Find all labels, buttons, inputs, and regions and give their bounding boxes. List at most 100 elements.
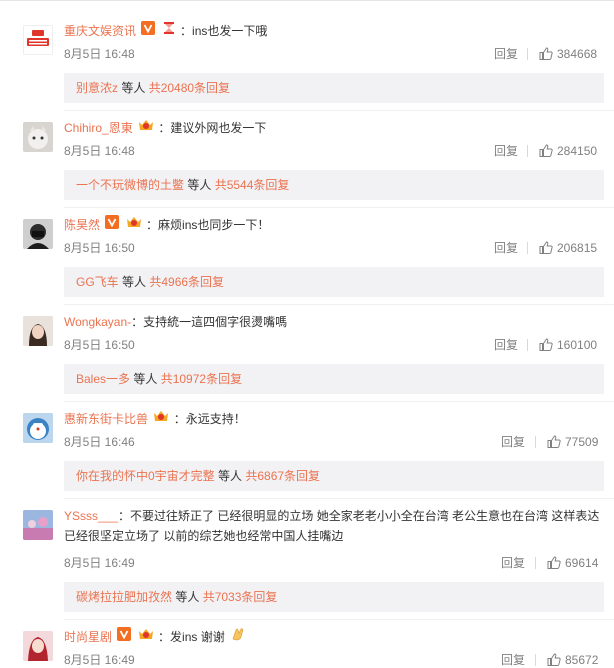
comment-date: 8月5日 16:48	[64, 144, 135, 158]
divider	[527, 339, 528, 351]
reply-summary-text: 等人	[172, 590, 203, 604]
comment-date: 8月5日 16:49	[64, 556, 135, 570]
like-count: 160100	[557, 338, 598, 352]
clapping-hands-emoji	[230, 627, 246, 646]
divider	[64, 619, 614, 620]
divider	[527, 145, 528, 157]
top-divider	[0, 0, 614, 1]
reply-count-link[interactable]: 共10972条回复	[161, 372, 242, 386]
avatar[interactable]	[23, 413, 53, 443]
divider	[64, 304, 614, 305]
thumbs-up-icon	[539, 47, 553, 60]
divider	[64, 207, 614, 208]
reply-user[interactable]: 碳烤拉拉肥加孜然	[76, 590, 172, 604]
comment-author[interactable]: 惠新东街卡比兽	[64, 412, 148, 426]
reply-count-link[interactable]: 共6867条回复	[245, 469, 320, 483]
divider	[527, 48, 528, 60]
divider	[535, 557, 536, 569]
like-button[interactable]: 284150	[539, 143, 597, 159]
reply-button[interactable]: 回复	[494, 337, 518, 353]
fan-crown-icon	[126, 215, 142, 234]
comment-text: ：不要过往矫正了 已经很明显的立场 她全家老老小小全在台湾 老公生意也在台湾 这…	[64, 509, 600, 543]
reply-button[interactable]: 回复	[501, 434, 525, 450]
comment-text: ：ins也发一下哦	[180, 24, 268, 38]
reply-count-link[interactable]: 共5544条回复	[215, 178, 290, 192]
thumbs-up-icon	[547, 556, 561, 569]
reply-button[interactable]: 回复	[494, 143, 518, 159]
thumbs-up-icon	[539, 338, 553, 351]
reply-summary-text: 等人	[130, 372, 161, 386]
comment-date: 8月5日 16:50	[64, 241, 135, 255]
reply-summary[interactable]: 别意浓z 等人 共20480条回复	[64, 73, 604, 103]
fan-crown-icon	[138, 118, 154, 137]
comment-text: ：发ins 谢谢	[158, 630, 225, 644]
like-button[interactable]: 384668	[539, 46, 597, 62]
like-count: 384668	[557, 47, 598, 61]
reply-user[interactable]: GG飞车	[76, 275, 119, 289]
comment-author[interactable]: YSsss___	[64, 509, 118, 523]
reply-summary[interactable]: 你在我的怀中0宇宙才完整 等人 共6867条回复	[64, 461, 604, 491]
reply-user[interactable]: 别意浓z	[76, 81, 118, 95]
divider	[535, 436, 536, 448]
avatar[interactable]	[23, 316, 53, 346]
reply-summary-text: 等人	[214, 469, 246, 483]
comment-text: ：永远支持！	[173, 412, 246, 426]
thumbs-up-icon	[539, 144, 553, 157]
like-count: 85672	[565, 653, 599, 667]
comment-date: 8月5日 16:48	[64, 47, 135, 61]
reply-button[interactable]: 回复	[501, 555, 525, 571]
like-button[interactable]: 160100	[539, 337, 597, 353]
reply-user[interactable]: Bales一多	[76, 372, 130, 386]
comment-date: 8月5日 16:50	[64, 338, 135, 352]
divider	[64, 401, 614, 402]
comment-author[interactable]: 时尚星剧	[64, 630, 112, 644]
avatar[interactable]	[23, 631, 53, 661]
comment-author[interactable]: Chihiro_恩東	[64, 121, 133, 135]
reply-user[interactable]: 你在我的怀中0宇宙才完整	[76, 469, 215, 483]
like-count: 77509	[565, 435, 599, 449]
thumbs-up-icon	[547, 653, 561, 666]
divider	[527, 242, 528, 254]
avatar[interactable]	[23, 25, 53, 55]
reply-summary-text: 等人	[118, 275, 150, 289]
avatar[interactable]	[23, 122, 53, 152]
reply-summary[interactable]: Bales一多 等人 共10972条回复	[64, 364, 604, 394]
fan-crown-icon	[153, 409, 169, 428]
reply-summary[interactable]: 一个不玩微博的土鳖 等人 共5544条回复	[64, 170, 604, 200]
like-count: 206815	[557, 241, 598, 255]
like-count: 69614	[565, 556, 599, 570]
comment-author[interactable]: 重庆文娱资讯	[64, 24, 136, 38]
reply-count-link[interactable]: 共20480条回复	[149, 81, 230, 95]
divider	[64, 110, 614, 111]
thumbs-up-icon	[539, 241, 553, 254]
like-button[interactable]: 69614	[547, 555, 598, 571]
reply-count-link[interactable]: 共7033条回复	[203, 590, 278, 604]
like-button[interactable]: 206815	[539, 240, 597, 256]
comment-date: 8月5日 16:46	[64, 435, 135, 449]
reply-summary-text: 等人	[118, 81, 149, 95]
reply-summary[interactable]: GG飞车 等人 共4966条回复	[64, 267, 604, 297]
like-count: 284150	[557, 144, 598, 158]
reply-button[interactable]: 回复	[494, 46, 518, 62]
comment-author[interactable]: Wongkayan-	[64, 315, 131, 329]
reply-summary[interactable]: 碳烤拉拉肥加孜然 等人 共7033条回复	[64, 582, 604, 612]
vip-v-icon	[117, 627, 132, 646]
avatar[interactable]	[23, 510, 53, 540]
reply-user[interactable]: 一个不玩微博的土鳖	[76, 178, 184, 192]
hourglass-icon	[162, 21, 176, 40]
thumbs-up-icon	[547, 435, 561, 448]
avatar[interactable]	[23, 219, 53, 249]
comment-author[interactable]: 陈昊然	[64, 218, 100, 232]
fan-crown-icon	[138, 627, 154, 646]
divider	[64, 498, 614, 499]
reply-count-link[interactable]: 共4966条回复	[149, 275, 224, 289]
reply-summary-text: 等人	[184, 178, 215, 192]
reply-button[interactable]: 回复	[494, 240, 518, 256]
vip-v-icon	[105, 215, 120, 234]
vip-v-icon	[141, 21, 156, 40]
comment-text: ：支持統一這四個字很燙嘴嗎	[131, 315, 288, 329]
divider	[535, 654, 536, 666]
comment-text: ：建议外网也发一下	[158, 121, 267, 135]
like-button[interactable]: 77509	[547, 434, 598, 450]
comment-text: ：麻烦ins也同步一下！	[146, 218, 270, 232]
